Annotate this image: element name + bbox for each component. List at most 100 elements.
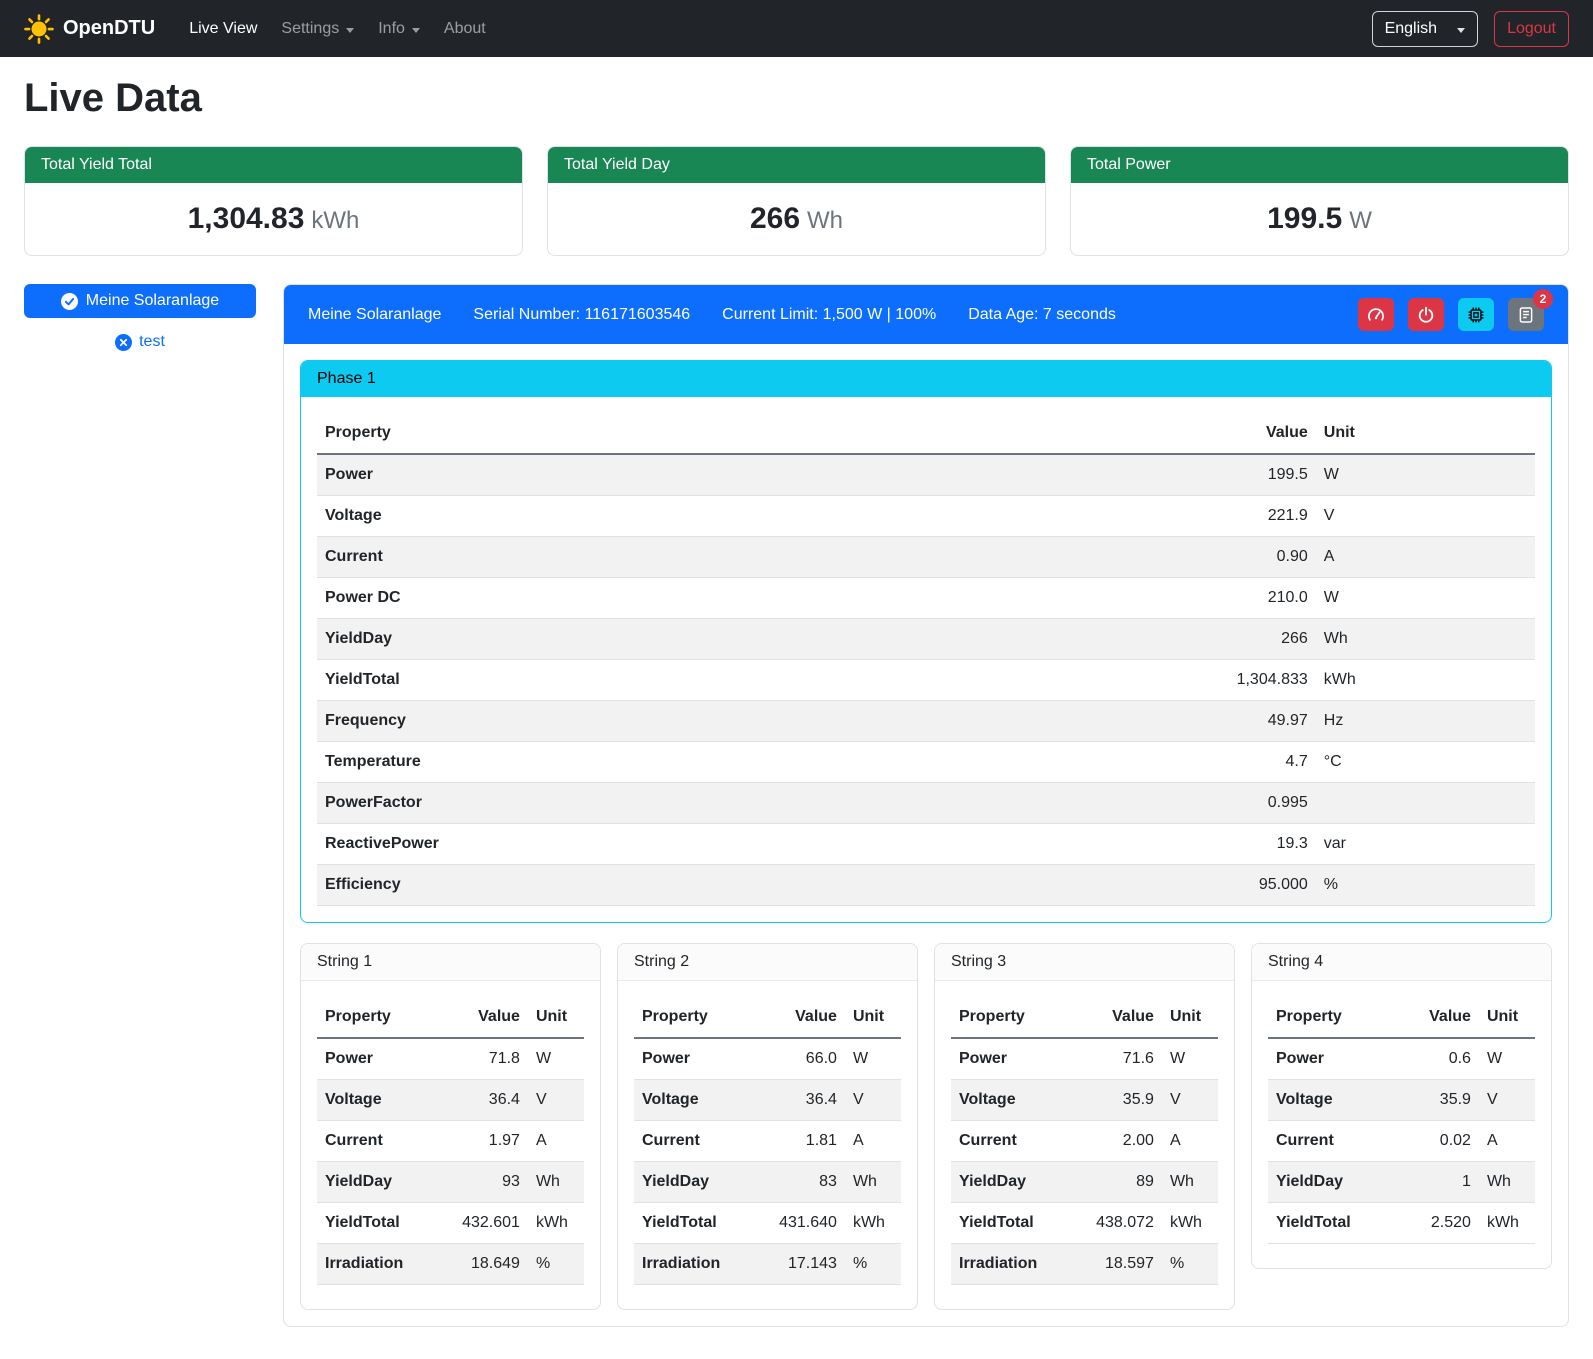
logout-button[interactable]: Logout (1494, 11, 1569, 47)
property-cell: YieldDay (951, 1162, 1082, 1203)
unit-cell: kWh (528, 1203, 584, 1244)
unit-cell: A (528, 1121, 584, 1162)
column-value: Value (1082, 997, 1162, 1038)
chevron-down-icon (1457, 28, 1465, 33)
table-row: Frequency49.97Hz (317, 701, 1535, 742)
brand[interactable]: OpenDTU (24, 14, 155, 44)
table-row: Irradiation18.597% (951, 1244, 1218, 1285)
language-select[interactable]: English (1372, 11, 1478, 47)
summary-card-title: Total Yield Day (548, 147, 1045, 183)
property-cell: PowerFactor (317, 783, 1145, 824)
unit-cell: W (1479, 1038, 1535, 1080)
value-cell: 2.520 (1399, 1203, 1479, 1244)
table-row: YieldDay89Wh (951, 1162, 1218, 1203)
table-row: Current0.90A (317, 537, 1535, 578)
nav-live-view-label: Live View (189, 20, 257, 38)
property-cell: Power (951, 1038, 1082, 1080)
string-card-1: String 1 Property Value Unit (300, 943, 601, 1310)
property-cell: Current (317, 1121, 448, 1162)
nav-about[interactable]: About (432, 12, 498, 46)
table-row: Efficiency95.000% (317, 865, 1535, 906)
sidebar-item-test[interactable]: test (24, 333, 256, 351)
brand-title: OpenDTU (63, 17, 155, 40)
unit-cell: Hz (1316, 701, 1535, 742)
column-property: Property (317, 997, 448, 1038)
property-cell: YieldDay (1268, 1162, 1399, 1203)
nav-info[interactable]: Info (366, 12, 432, 46)
summary-card-yield-day: Total Yield Day 266Wh (547, 146, 1046, 256)
value-cell: 19.3 (1145, 824, 1316, 865)
unit-cell: A (845, 1121, 901, 1162)
column-property: Property (951, 997, 1082, 1038)
property-cell: YieldDay (634, 1162, 765, 1203)
gauge-icon (1367, 306, 1385, 324)
value-cell: 1 (1399, 1162, 1479, 1203)
property-cell: YieldTotal (1268, 1203, 1399, 1244)
nav-right: English Logout (1372, 11, 1569, 47)
table-row: Voltage221.9V (317, 496, 1535, 537)
property-cell: Frequency (317, 701, 1145, 742)
phase-card: Phase 1 Property Value Unit Power199.5WV… (300, 360, 1552, 923)
property-cell: YieldTotal (951, 1203, 1082, 1244)
sidebar-item-inverter[interactable]: Meine Solaranlage (24, 284, 256, 318)
string-body: Property Value Unit Power71.8WVoltage36.… (301, 981, 600, 1309)
nav-live-view[interactable]: Live View (177, 12, 269, 46)
value-cell: 36.4 (765, 1080, 845, 1121)
table-row: Power199.5W (317, 454, 1535, 496)
property-cell: Power (317, 1038, 448, 1080)
string-table: Property Value Unit Power71.6WVoltage35.… (951, 997, 1218, 1285)
table-row: Power0.6W (1268, 1038, 1535, 1080)
page-container: Live Data Total Yield Total 1,304.83kWh … (0, 76, 1593, 1351)
summary-card-title: Total Power (1071, 147, 1568, 183)
string-title: String 2 (618, 944, 917, 981)
property-cell: Power (634, 1038, 765, 1080)
table-row: Temperature4.7°C (317, 742, 1535, 783)
table-row: YieldTotal2.520kWh (1268, 1203, 1535, 1244)
summary-card-body: 266Wh (548, 183, 1045, 255)
string-title: String 4 (1252, 944, 1551, 981)
event-log-button[interactable]: 2 (1508, 298, 1544, 331)
limit-settings-button[interactable] (1358, 298, 1394, 331)
content-row: Meine Solaranlage test Meine Solaranlage… (24, 284, 1569, 1327)
table-row: Current0.02A (1268, 1121, 1535, 1162)
power-icon (1417, 306, 1435, 324)
inverter-serial: Serial Number: 116171603546 (473, 306, 690, 324)
nav-settings[interactable]: Settings (269, 12, 366, 46)
column-unit: Unit (1162, 997, 1218, 1038)
property-cell: Current (951, 1121, 1082, 1162)
property-cell: Irradiation (317, 1244, 448, 1285)
device-settings-button[interactable] (1458, 298, 1494, 331)
property-cell: Voltage (951, 1080, 1082, 1121)
table-header-row: Property Value Unit (951, 997, 1218, 1038)
inverter-actions: 2 (1358, 298, 1544, 331)
table-row: Voltage35.9V (1268, 1080, 1535, 1121)
table-row: Voltage36.4V (634, 1080, 901, 1121)
property-cell: Power (317, 454, 1145, 496)
string-table: Property Value Unit Power71.8WVoltage36.… (317, 997, 584, 1285)
strings-row: String 1 Property Value Unit (300, 943, 1552, 1310)
value-cell: 17.143 (765, 1244, 845, 1285)
page-title: Live Data (24, 76, 1569, 121)
value-cell: 0.90 (1145, 537, 1316, 578)
unit-cell: W (1162, 1038, 1218, 1080)
table-row: Irradiation17.143% (634, 1244, 901, 1285)
string-title: String 1 (301, 944, 600, 981)
unit-cell: W (528, 1038, 584, 1080)
property-cell: Power (1268, 1038, 1399, 1080)
unit-cell: % (845, 1244, 901, 1285)
summary-cards: Total Yield Total 1,304.83kWh Total Yiel… (24, 146, 1569, 256)
unit-cell: V (845, 1080, 901, 1121)
table-row: ReactivePower19.3var (317, 824, 1535, 865)
value-cell: 1.97 (448, 1121, 528, 1162)
property-cell: Voltage (1268, 1080, 1399, 1121)
property-cell: Power DC (317, 578, 1145, 619)
table-row: YieldTotal432.601kWh (317, 1203, 584, 1244)
value-cell: 4.7 (1145, 742, 1316, 783)
table-row: Voltage35.9V (951, 1080, 1218, 1121)
property-cell: Current (1268, 1121, 1399, 1162)
summary-card-body: 199.5W (1071, 183, 1568, 255)
notification-badge: 2 (1533, 289, 1553, 309)
summary-card-title: Total Yield Total (25, 147, 522, 183)
string-title: String 3 (935, 944, 1234, 981)
power-toggle-button[interactable] (1408, 298, 1444, 331)
